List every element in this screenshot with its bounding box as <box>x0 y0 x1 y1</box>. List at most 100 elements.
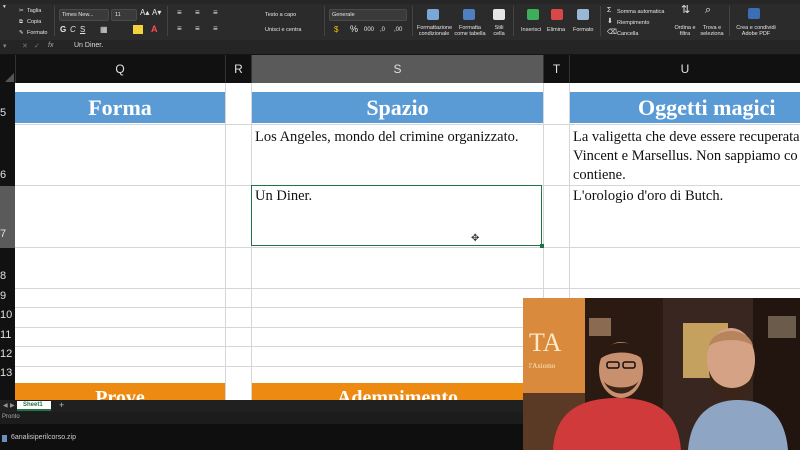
column-header-s[interactable]: S <box>252 55 544 83</box>
header-oggetti-magici[interactable]: Oggetti magici <box>570 92 800 123</box>
format-as-table-icon[interactable] <box>463 9 475 20</box>
clear-button[interactable]: Cancella <box>617 31 638 37</box>
cut-button[interactable]: Taglia <box>27 8 41 14</box>
download-file-name[interactable]: 6analisiperilcorso.zip <box>11 434 76 441</box>
italic-icon[interactable]: C <box>70 26 76 34</box>
row-header[interactable]: 8 <box>0 270 15 282</box>
format-as-table-button[interactable]: Formatta come tabella <box>453 25 487 37</box>
row-header-selected[interactable]: 7 <box>0 186 15 248</box>
find-select-icon[interactable]: ⌕ <box>705 5 711 16</box>
conditional-formatting-icon[interactable] <box>427 9 439 20</box>
thousands-icon[interactable]: 000 <box>364 27 374 33</box>
format-painter-button[interactable]: Formato <box>27 30 47 36</box>
adobe-pdf-button[interactable]: Crea e condividi Adobe PDF <box>733 25 779 37</box>
cell-s7[interactable]: Un Diner. <box>255 187 312 207</box>
cell-u6-line2[interactable]: Vincent e Marsellus. Non sappiamo co <box>573 147 798 167</box>
delete-cells-icon[interactable] <box>551 9 563 20</box>
align-bottom-icon[interactable]: ≡ <box>213 9 218 17</box>
webcam-video-overlay: TA l'Axiomo <box>523 298 800 450</box>
font-size-select[interactable]: 11 <box>111 9 137 21</box>
copy-icon[interactable]: ⧉ <box>19 19 23 25</box>
font-color-icon[interactable]: A <box>151 25 158 34</box>
sheet-tab-sheet1[interactable]: Sheet1 <box>17 401 51 411</box>
row-header[interactable]: 12 <box>0 348 15 360</box>
adobe-pdf-icon[interactable] <box>748 8 760 19</box>
cancel-formula-icon[interactable]: ✕ <box>22 42 28 50</box>
column-header-q[interactable]: Q <box>15 55 226 83</box>
formula-content-input[interactable]: Un Diner. <box>74 42 103 49</box>
decrease-decimal-icon[interactable]: ,00 <box>394 27 402 33</box>
cut-icon[interactable]: ✂ <box>19 8 24 14</box>
bold-icon[interactable]: G <box>60 26 66 34</box>
insert-cells-button[interactable]: Inserisci <box>521 27 541 33</box>
cursor-move-icon: ✥ <box>471 233 480 244</box>
align-center-icon[interactable]: ≡ <box>195 25 200 33</box>
autosum-button[interactable]: Somma automatica <box>617 9 664 15</box>
wrap-text-button[interactable]: Testo a capo <box>265 12 296 18</box>
column-header-r[interactable]: R <box>226 55 252 83</box>
column-header-u[interactable]: U <box>570 55 800 83</box>
conditional-formatting-button[interactable]: Formattazione condizionale <box>417 25 452 37</box>
format-painter-icon[interactable]: ✎ <box>19 30 24 36</box>
cell-styles-icon[interactable] <box>493 9 505 20</box>
fill-handle[interactable] <box>540 244 544 248</box>
header-prove[interactable]: Prove <box>15 383 225 400</box>
clear-icon[interactable]: ⌫ <box>607 29 617 36</box>
format-cells-button[interactable]: Formato <box>573 27 593 33</box>
cell-s6[interactable]: Los Angeles, mondo del crimine organizza… <box>255 128 519 148</box>
decrease-font-icon[interactable]: A▾ <box>152 9 161 17</box>
column-header-t[interactable]: T <box>544 55 570 83</box>
delete-cells-button[interactable]: Elimina <box>547 27 565 33</box>
fx-icon[interactable]: fx <box>48 42 53 49</box>
ribbon: ▾ ✂ Taglia ⧉ Copia ✎ Formato Times New..… <box>0 0 800 41</box>
zip-file-icon <box>2 435 7 442</box>
row-header[interactable]: 6 <box>0 169 15 181</box>
paste-arrow-icon[interactable]: ▾ <box>3 4 6 10</box>
gridline <box>15 247 800 248</box>
autosum-icon[interactable]: Σ <box>607 7 611 14</box>
format-cells-icon[interactable] <box>577 9 589 20</box>
name-box-arrow-icon[interactable]: ▾ <box>3 42 7 50</box>
row-header[interactable]: 10 <box>0 309 15 321</box>
merge-center-button[interactable]: Unisci e centra <box>265 27 301 33</box>
formula-bar: ▾ ✕ ✓ fx Un Diner. <box>0 40 800 55</box>
select-all-corner[interactable] <box>0 55 16 83</box>
row-header[interactable]: 11 <box>0 329 15 341</box>
header-forma[interactable]: Forma <box>15 92 225 123</box>
borders-icon[interactable]: ▦ <box>100 26 108 34</box>
underline-icon[interactable]: S <box>80 26 85 34</box>
row-header[interactable]: 9 <box>0 290 15 302</box>
row-header[interactable]: 13 <box>0 367 15 379</box>
scroll-right-icon[interactable]: ▶ <box>10 402 15 409</box>
cell-u6-line1[interactable]: La valigetta che deve essere recuperata <box>573 128 800 148</box>
row-header[interactable]: 5 <box>0 107 15 119</box>
cell-styles-button[interactable]: Stili cella <box>491 25 507 37</box>
sort-filter-icon[interactable]: ⇅ <box>681 5 690 16</box>
align-middle-icon[interactable]: ≡ <box>195 9 200 17</box>
copy-button[interactable]: Copia <box>27 19 41 25</box>
status-text: Pronto <box>2 414 20 420</box>
align-right-icon[interactable]: ≡ <box>213 25 218 33</box>
fill-color-icon[interactable] <box>133 25 143 34</box>
header-spazio[interactable]: Spazio <box>252 92 543 123</box>
fill-icon[interactable]: ⬇ <box>607 18 613 25</box>
font-name-select[interactable]: Times New... <box>59 9 109 21</box>
cell-u7[interactable]: L'orologio d'oro di Butch. <box>573 187 723 207</box>
percent-icon[interactable]: % <box>350 25 358 34</box>
scroll-left-icon[interactable]: ◀ <box>3 402 8 409</box>
increase-font-icon[interactable]: A▴ <box>140 9 149 17</box>
confirm-formula-icon[interactable]: ✓ <box>34 42 40 50</box>
sort-filter-button[interactable]: Ordina e filtra <box>674 25 696 37</box>
cell-u6-line3[interactable]: contiene. <box>573 166 626 186</box>
add-sheet-button[interactable]: + <box>59 400 64 410</box>
align-top-icon[interactable]: ≡ <box>177 9 182 17</box>
increase-decimal-icon[interactable]: ,0 <box>380 27 385 33</box>
currency-icon[interactable]: $ <box>334 26 338 34</box>
find-select-button[interactable]: Trova e seleziona <box>699 25 725 37</box>
number-format-select[interactable]: Generale <box>329 9 407 21</box>
header-adempimento[interactable]: Adempimento <box>252 383 543 400</box>
align-left-icon[interactable]: ≡ <box>177 25 182 33</box>
fill-button[interactable]: Riempimento <box>617 20 649 26</box>
gridline <box>225 83 226 400</box>
insert-cells-icon[interactable] <box>527 9 539 20</box>
